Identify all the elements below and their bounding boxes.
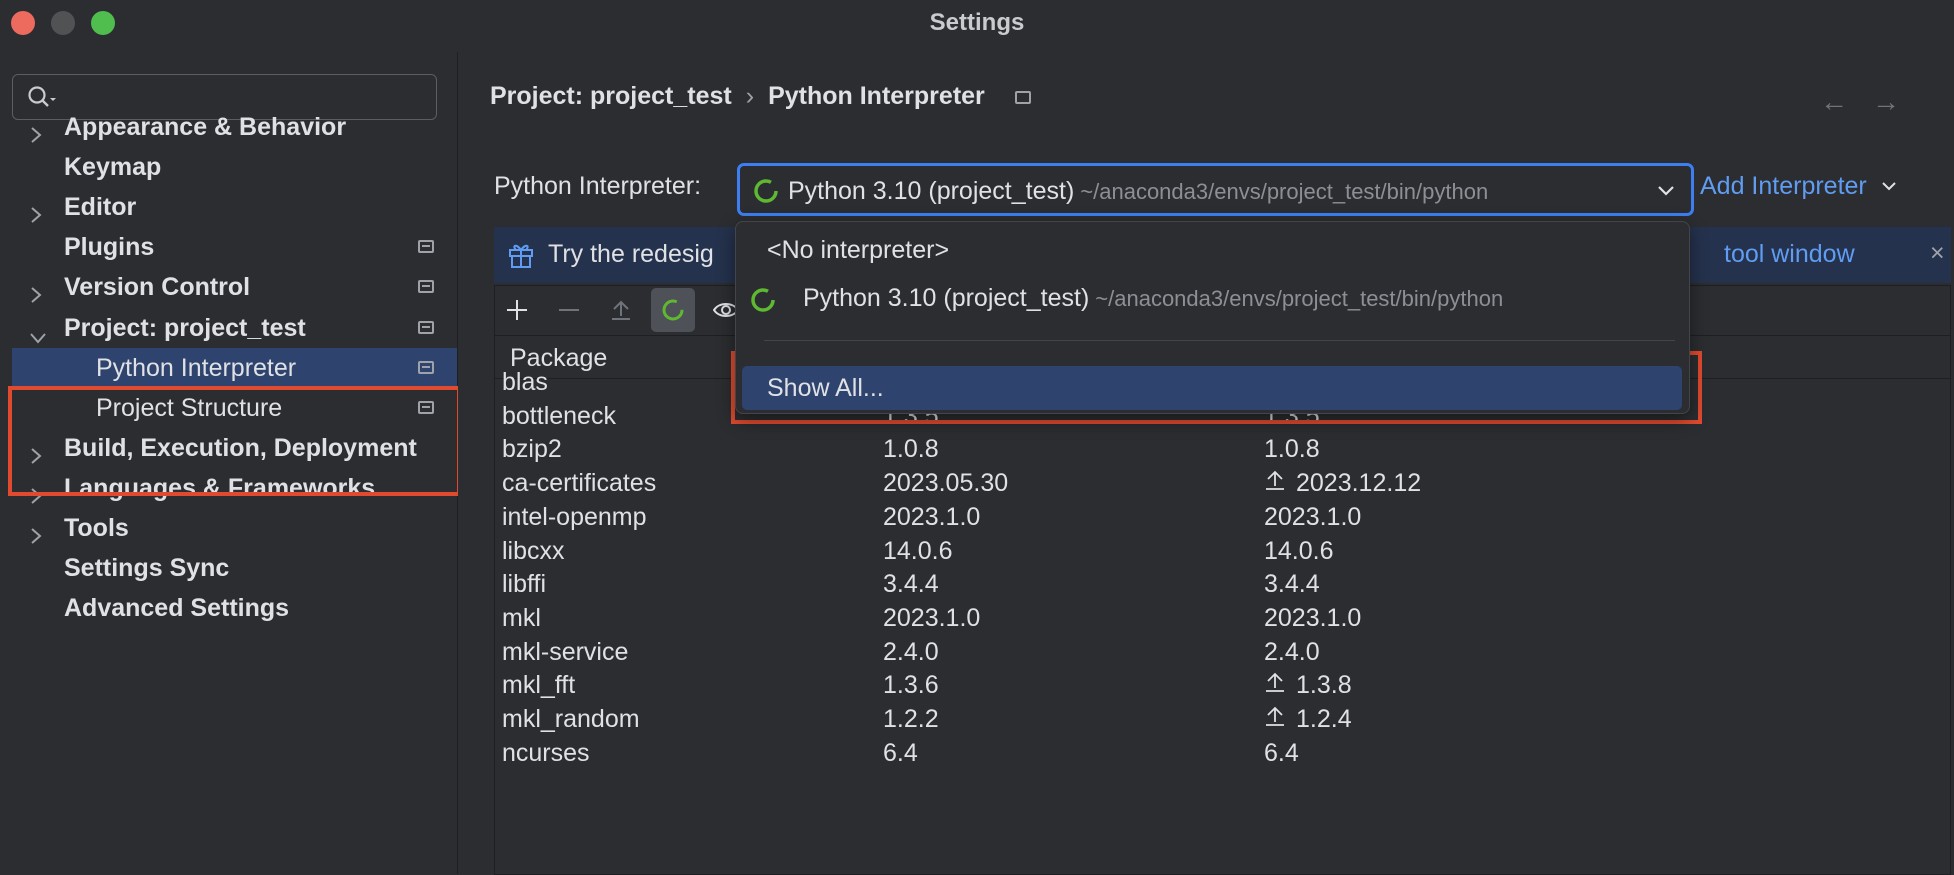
- latest-version-text: 1.2.4: [1296, 705, 1352, 733]
- sidebar-item-appearance-behavior[interactable]: Appearance & Behavior: [0, 107, 457, 147]
- latest-version-text: 14.0.6: [1264, 536, 1334, 565]
- sidebar-item-label: Project: project_test: [64, 313, 306, 342]
- sidebar-item-project-structure[interactable]: Project Structure: [0, 388, 457, 428]
- sidebar-item-project-project-test[interactable]: Project: project_test: [0, 308, 457, 348]
- package-name: ncurses: [502, 738, 590, 767]
- sidebar-item-label: Appearance & Behavior: [64, 113, 347, 141]
- latest-version-text: 2023.12.12: [1296, 469, 1422, 498]
- show-all-option[interactable]: Show All...: [742, 366, 1682, 410]
- gift-icon: [509, 244, 533, 268]
- chevron-down-icon: [1882, 182, 1896, 191]
- sidebar-item-label: Python Interpreter: [96, 353, 297, 382]
- sidebar-item-advanced-settings[interactable]: Advanced Settings: [0, 588, 457, 628]
- sidebar-item-build-execution-deployment[interactable]: Build, Execution, Deployment: [0, 428, 457, 468]
- settings-scope-icon: [418, 360, 434, 374]
- breadcrumb-current: Python Interpreter: [768, 82, 985, 110]
- upgrade-icon: [612, 300, 630, 320]
- settings-scope-icon: [418, 400, 434, 414]
- sidebar-item-plugins[interactable]: Plugins: [0, 227, 457, 267]
- breadcrumb-separator: ›: [745, 82, 755, 110]
- forward-arrow-button[interactable]: →: [1872, 86, 1900, 118]
- table-row[interactable]: ncurses 6.4 6.4: [495, 732, 1950, 774]
- sidebar-item-version-control[interactable]: Version Control: [0, 267, 457, 307]
- banner-text: Try the redesig: [548, 240, 714, 268]
- banner-link[interactable]: tool window: [1724, 240, 1855, 269]
- close-icon[interactable]: ×: [1930, 239, 1945, 268]
- latest-version-text: 2023.1.0: [1264, 502, 1362, 531]
- sidebar-item-keymap[interactable]: Keymap: [0, 147, 457, 187]
- sidebar-item-label: Project Structure: [96, 393, 283, 422]
- breadcrumb: Project: project_test › Python Interpreter: [490, 82, 1031, 111]
- option-python-interpreter[interactable]: Python 3.10 (project_test) ~/anaconda3/en…: [736, 274, 1689, 322]
- sidebar-item-label: Editor: [64, 193, 137, 222]
- latest-version-text: 3.4.4: [1264, 570, 1320, 599]
- sidebar-item-label: Keymap: [64, 153, 162, 182]
- main-panel: Project: project_test › Python Interpreter…: [458, 46, 1954, 875]
- interpreter-dropdown[interactable]: Python 3.10 (project_test) ~/anaconda3/en…: [737, 163, 1694, 216]
- latest-version-text: 1.3.8: [1296, 671, 1352, 700]
- sidebar-item-label: Advanced Settings: [64, 594, 290, 623]
- remove-icon: [559, 309, 579, 311]
- latest-version-text: 1.0.8: [1264, 435, 1320, 464]
- interpreter-name: Python 3.10 (project_test): [788, 177, 1075, 205]
- package-latest-version: 6.4: [1264, 732, 1299, 774]
- option-label: Python 3.10 (project_test): [803, 284, 1090, 312]
- sidebar-item-editor[interactable]: Editor: [0, 187, 457, 227]
- remove-package-button[interactable]: [547, 288, 591, 332]
- sidebar-item-label: Build, Execution, Deployment: [64, 433, 417, 462]
- settings-scope-icon: [418, 320, 434, 334]
- add-interpreter-label: Add Interpreter: [1700, 172, 1867, 200]
- latest-version-text: 2023.1.0: [1264, 603, 1362, 632]
- sidebar-item-python-interpreter[interactable]: Python Interpreter: [12, 347, 457, 388]
- spinner-icon: [751, 288, 775, 312]
- sidebar-item-languages-frameworks[interactable]: Languages & Frameworks: [0, 468, 457, 508]
- refresh-button[interactable]: [651, 288, 695, 332]
- chevron-down-icon: [1658, 186, 1674, 196]
- dropdown-separator: [764, 340, 1675, 341]
- option-label: <No interpreter>: [767, 236, 950, 264]
- add-interpreter-button[interactable]: Add Interpreter: [1700, 172, 1898, 201]
- spinner-icon: [754, 179, 778, 203]
- settings-scope-icon: [1014, 91, 1031, 104]
- sidebar-item-tools[interactable]: Tools: [0, 508, 457, 548]
- latest-version-text: 6.4: [1264, 738, 1299, 767]
- upgrade-package-button[interactable]: [599, 288, 643, 332]
- sidebar-item-label: Tools: [64, 514, 129, 542]
- interpreter-label: Python Interpreter:: [494, 172, 702, 200]
- refresh-icon: [662, 299, 684, 321]
- title-bar: Settings: [0, 0, 1954, 46]
- settings-scope-icon: [418, 240, 434, 254]
- back-arrow-button[interactable]: ←: [1820, 86, 1848, 118]
- package-version: 6.4: [883, 738, 918, 767]
- settings-sidebar: Appearance & Behavior Keymap Editor Plugins…: [0, 46, 457, 874]
- add-package-button[interactable]: [495, 288, 539, 332]
- option-no-interpreter[interactable]: <No interpreter>: [736, 226, 1689, 274]
- window-title: Settings: [929, 9, 1025, 36]
- sidebar-item-settings-sync[interactable]: Settings Sync: [0, 548, 457, 588]
- breadcrumb-parent[interactable]: Project: project_test: [490, 82, 732, 110]
- settings-scope-icon: [418, 280, 434, 294]
- add-icon: [507, 300, 527, 320]
- interpreter-path: ~/anaconda3/envs/project_test/bin/python: [1080, 179, 1489, 204]
- show-all-label: Show All...: [767, 374, 884, 402]
- sidebar-item-label: Version Control: [64, 273, 251, 302]
- sidebar-item-label: Settings Sync: [64, 554, 230, 583]
- sidebar-item-label: Languages & Frameworks: [64, 473, 376, 502]
- interpreter-dropdown-popup: <No interpreter> Python 3.10 (project_te…: [735, 221, 1690, 414]
- latest-version-text: 2.4.0: [1264, 637, 1320, 666]
- sidebar-item-label: Plugins: [64, 233, 155, 262]
- option-path: ~/anaconda3/envs/project_test/bin/python: [1095, 286, 1504, 311]
- packages-table: Package blas1.01.0bottleneck1.3.51.3.5bz…: [494, 335, 1951, 875]
